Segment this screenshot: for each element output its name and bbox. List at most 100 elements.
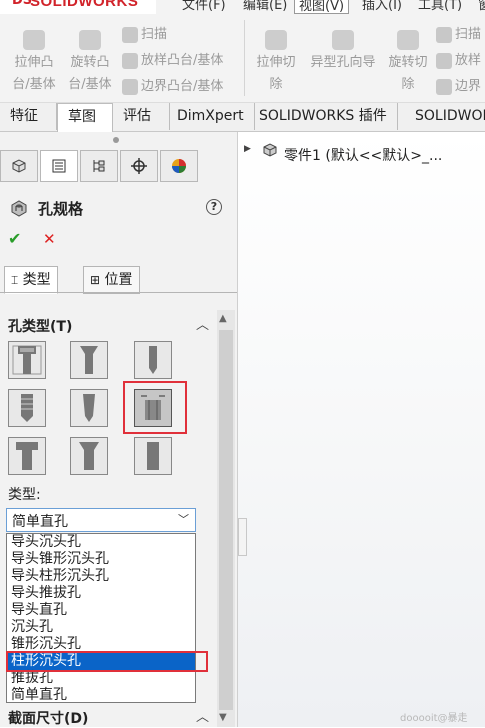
swept-cut-label: 扫描	[455, 27, 482, 42]
option-guide-cylindrical-countersink[interactable]: 导头柱形沉头孔	[11, 568, 191, 585]
menu-file[interactable]: 文件(F)	[182, 0, 226, 13]
extruded-cut-button[interactable]: 拉伸切 除	[252, 30, 300, 96]
graphics-area[interactable]	[238, 132, 485, 727]
lofted-cut-icon	[436, 52, 452, 69]
watermark: dooooit@暴走	[400, 713, 468, 724]
boundary-boss-button[interactable]: 边界凸台/基体	[122, 76, 223, 98]
chevron-down-icon[interactable]: ﹀	[178, 511, 189, 527]
option-guide-countersink[interactable]: 导头沉头孔	[11, 534, 191, 551]
section-dimensions-header: 截面尺寸(D)	[8, 711, 89, 727]
extruded-boss-button[interactable]: 拉伸凸 台/基体	[10, 30, 58, 96]
countersink-hole-icon	[71, 342, 107, 378]
collapse-chevron-icon[interactable]: ︿	[196, 314, 209, 333]
sweep-icon	[122, 26, 138, 43]
help-icon[interactable]: ?	[206, 199, 222, 215]
option-countersink[interactable]: 沉头孔	[11, 619, 191, 636]
scrollbar-thumb[interactable]	[219, 330, 233, 710]
dropdown-list: 导头沉头孔 导头锥形沉头孔 导头柱形沉头孔 导头推拔孔 导头直孔 沉头孔 锥形沉…	[6, 533, 196, 703]
tab-sketch[interactable]: 草图	[57, 103, 113, 132]
hole-type-counterbore[interactable]	[8, 341, 46, 379]
panel-splitter-handle[interactable]	[238, 518, 247, 556]
loft-button[interactable]: 放样凸台/基体	[122, 50, 223, 72]
loft-label: 放样凸台/基体	[141, 53, 224, 68]
option-guide-taper[interactable]: 导头推拔孔	[11, 585, 191, 602]
tab-solidworks-more[interactable]: SOLIDWOR	[405, 103, 485, 130]
feature-ribbon: 拉伸凸 台/基体 旋转凸 台/基体 扫描 放样凸台/基体 边界凸台/基体 拉伸切…	[0, 14, 485, 103]
ok-check-button[interactable]: ✔	[8, 229, 21, 248]
revolved-cut-label-1: 旋转切	[388, 55, 428, 70]
hole-type-slot[interactable]	[134, 437, 172, 475]
hole-wizard-label: 异型孔向导	[310, 55, 376, 70]
property-list-icon	[52, 159, 66, 173]
collapse-chevron-icon-2[interactable]: ︿	[196, 706, 209, 725]
hole-type-dropdown[interactable]: 简单直孔 ﹀	[6, 508, 196, 532]
scroll-up-icon[interactable]: ▲	[219, 313, 227, 324]
menu-tools[interactable]: 工具(T)	[418, 0, 462, 13]
tab-solidworks-addins[interactable]: SOLIDWORKS 插件	[249, 103, 398, 130]
feature-tree-icon	[12, 159, 26, 173]
tab-evaluate[interactable]: 评估	[113, 103, 170, 130]
revolve-boss-icon	[79, 30, 101, 50]
revolved-boss-button[interactable]: 旋转凸 台/基体	[66, 30, 114, 96]
revolved-boss-label-2: 台/基体	[68, 77, 112, 92]
hole-type-countersink[interactable]	[70, 341, 108, 379]
property-manager-tab[interactable]	[40, 150, 78, 182]
option-taper[interactable]: 推拔孔	[11, 670, 191, 687]
tab-features[interactable]: 特征	[0, 103, 57, 130]
cancel-x-button[interactable]: ✕	[43, 230, 56, 248]
legacy-hole-highlight	[123, 381, 187, 434]
hole-type-simple[interactable]	[134, 341, 172, 379]
tab-type-label: 类型	[22, 272, 51, 288]
hole-type-counterbore-slot[interactable]	[8, 437, 46, 475]
menu-edit[interactable]: 编辑(E)	[243, 0, 287, 13]
tab-type[interactable]: ⌶ 类型	[4, 266, 58, 294]
configuration-icon	[93, 160, 105, 172]
part-icon	[263, 143, 277, 157]
ribbon-separator	[244, 20, 245, 96]
crosshair-icon	[131, 158, 147, 174]
hole-type-pipe-tap[interactable]	[70, 389, 108, 427]
pipe-tap-icon	[71, 390, 107, 426]
feature-tree-root-label[interactable]: 零件1 (默认<<默认>_...	[284, 145, 442, 165]
slot-icon	[135, 438, 171, 474]
option-guide-tapered-countersink[interactable]: 导头锥形沉头孔	[11, 551, 191, 568]
boundary-icon	[122, 78, 138, 95]
extruded-boss-label-2: 台/基体	[12, 77, 56, 92]
tab-position-label: 位置	[104, 272, 133, 288]
menu-view[interactable]: 视图(V)	[294, 0, 350, 14]
hole-wizard-icon	[332, 30, 354, 50]
dropdown-value: 简单直孔	[12, 514, 68, 530]
revolved-cut-button[interactable]: 旋转切 除	[386, 30, 430, 96]
tab-dimxpert[interactable]: DimXpert	[167, 103, 255, 130]
countersink-slot-icon	[71, 438, 107, 474]
menu-insert[interactable]: 插入(I)	[362, 0, 402, 13]
type-label: 类型:	[8, 487, 41, 503]
feature-manager-tab[interactable]	[0, 150, 38, 182]
scroll-down-icon[interactable]: ▼	[219, 712, 227, 723]
tapped-hole-icon	[9, 390, 45, 426]
tab-position[interactable]: ⊞ 位置	[83, 266, 140, 294]
swept-cut-button[interactable]: 扫描	[436, 24, 481, 46]
display-manager-tab[interactable]	[160, 150, 198, 182]
hole-wizard-button[interactable]: 异型孔向导	[304, 30, 382, 74]
hole-type-countersink-slot[interactable]	[70, 437, 108, 475]
loft-icon	[122, 52, 138, 69]
solidworks-logo[interactable]: DS SOLIDWORKS	[0, 0, 156, 14]
hole-type-tapped[interactable]	[8, 389, 46, 427]
configuration-manager-tab[interactable]	[80, 150, 118, 182]
panel-grip-dot[interactable]	[113, 137, 119, 143]
tree-expand-arrow-icon[interactable]: ▶	[244, 144, 251, 154]
extrude-boss-icon	[23, 30, 45, 50]
revolve-cut-icon	[397, 30, 419, 50]
option-simple-straight[interactable]: 简单直孔	[11, 687, 191, 704]
boundary-cut-button[interactable]: 边界	[436, 76, 481, 98]
menu-window[interactable]: 窗	[478, 0, 485, 13]
lofted-cut-button[interactable]: 放样	[436, 50, 481, 72]
dimxpert-manager-tab[interactable]	[120, 150, 158, 182]
sweep-button[interactable]: 扫描	[122, 24, 167, 46]
option-guide-straight[interactable]: 导头直孔	[11, 602, 191, 619]
extruded-cut-label-1: 拉伸切	[256, 55, 296, 70]
tab-divider	[0, 292, 237, 293]
extrude-cut-icon	[265, 30, 287, 50]
brand-name: SOLIDWORKS	[30, 0, 139, 10]
